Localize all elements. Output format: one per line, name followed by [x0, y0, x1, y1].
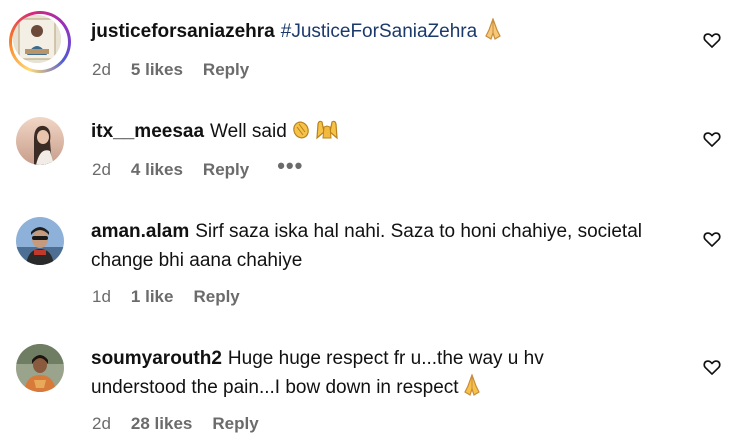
reply-button[interactable]: Reply — [193, 287, 239, 307]
comment-text: soumyarouth2 Huge huge respect fr u...the… — [91, 344, 691, 405]
likes-count[interactable]: 28 likes — [131, 414, 192, 434]
avatar[interactable] — [16, 344, 64, 392]
heart-icon[interactable] — [702, 129, 722, 149]
raising-hands-emoji-icon — [315, 118, 339, 149]
likes-count[interactable]: 5 likes — [131, 60, 183, 80]
hashtag-link[interactable]: #JusticeForSaniaZehra — [281, 21, 477, 42]
username[interactable]: justiceforsaniazehra — [91, 21, 275, 42]
username[interactable]: aman.alam — [91, 221, 189, 242]
comment-meta: 2d 4 likes Reply ••• — [92, 155, 303, 180]
reply-button[interactable]: Reply — [212, 414, 258, 434]
comment-body: Well said — [210, 121, 287, 142]
comment-meta: 1d 1 like Reply — [92, 287, 240, 307]
likes-count[interactable]: 4 likes — [131, 160, 183, 180]
timestamp[interactable]: 2d — [92, 414, 111, 434]
avatar-story-ring[interactable] — [9, 11, 71, 73]
profile-photo-icon — [16, 344, 64, 392]
comment-body-line1: Sirf saza iska hal nahi. Saza to honi ch… — [195, 221, 642, 242]
avatar — [13, 15, 61, 63]
timestamp[interactable]: 2d — [92, 160, 111, 180]
comment-text: aman.alam Sirf saza iska hal nahi. Saza t… — [91, 217, 691, 275]
comment-text: justiceforsaniazehra #JusticeForSaniaZehr… — [91, 17, 691, 49]
profile-photo-icon — [16, 117, 64, 165]
comment-meta: 2d 28 likes Reply — [92, 414, 259, 434]
heart-icon[interactable] — [702, 357, 722, 377]
comment-meta: 2d 5 likes Reply — [92, 60, 249, 80]
comment-body-line2: change bhi aana chahiye — [91, 250, 303, 271]
profile-photo-icon — [16, 217, 64, 265]
timestamp[interactable]: 1d — [92, 287, 111, 307]
comment-body-line2: understood the pain...I bow down in resp… — [91, 377, 459, 398]
reply-button[interactable]: Reply — [203, 160, 249, 180]
likes-count[interactable]: 1 like — [131, 287, 174, 307]
clapping-hands-emoji-icon — [291, 118, 313, 149]
heart-icon[interactable] — [702, 30, 722, 50]
heart-icon[interactable] — [702, 229, 722, 249]
folded-hands-emoji-icon — [481, 17, 505, 49]
avatar[interactable] — [16, 217, 64, 265]
more-options-icon[interactable]: ••• — [277, 155, 303, 177]
username[interactable]: itx__meesaa — [91, 121, 204, 142]
comment-body-line1: Huge huge respect fr u...the way u hv — [227, 348, 544, 369]
timestamp[interactable]: 2d — [92, 60, 111, 80]
folded-hands-emoji-icon — [460, 373, 484, 405]
reply-button[interactable]: Reply — [203, 60, 249, 80]
comment-text: itx__meesaa Well said — [91, 117, 691, 149]
profile-photo-icon — [13, 15, 61, 63]
username[interactable]: soumyarouth2 — [91, 348, 222, 369]
avatar[interactable] — [16, 117, 64, 165]
